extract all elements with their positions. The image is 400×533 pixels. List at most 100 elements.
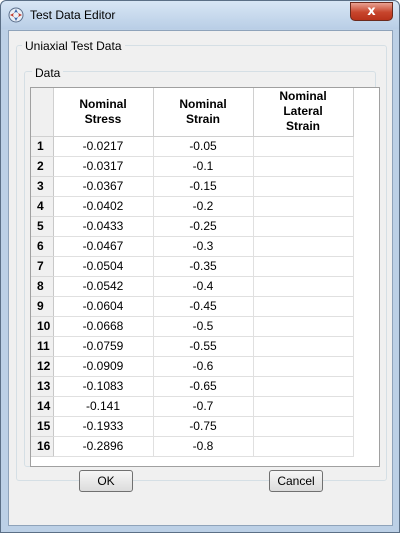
test-data-table-container[interactable]: Nominal Stress Nominal Strain Nominal La… xyxy=(30,87,380,467)
row-header-cell[interactable]: 16 xyxy=(31,436,54,457)
row-header-cell[interactable]: 9 xyxy=(31,296,54,317)
column-header-label: Nominal Lateral Strain xyxy=(279,89,327,134)
table-row: 3 -0.0367 -0.15 xyxy=(31,176,354,197)
column-header-label: Nominal Stress xyxy=(79,96,127,126)
row-header-cell[interactable]: 2 xyxy=(31,156,54,177)
table-row: 6 -0.0467 -0.3 xyxy=(31,236,354,257)
nominal-strain-cell[interactable]: -0.7 xyxy=(153,396,254,417)
nominal-strain-cell[interactable]: -0.75 xyxy=(153,416,254,437)
nominal-stress-cell[interactable]: -0.1933 xyxy=(53,416,154,437)
dialog-client-area: Uniaxial Test Data Data Nominal Stress N… xyxy=(8,30,393,526)
test-data-editor-window: Test Data Editor x Uniaxial Test Data Da… xyxy=(0,0,400,533)
nominal-strain-cell[interactable]: -0.2 xyxy=(153,196,254,217)
nominal-lateral-strain-cell[interactable] xyxy=(253,176,354,197)
table-row: 11 -0.0759 -0.55 xyxy=(31,336,354,357)
nominal-stress-cell[interactable]: -0.0542 xyxy=(53,276,154,297)
row-header-cell[interactable]: 14 xyxy=(31,396,54,417)
nominal-stress-cell[interactable]: -0.0467 xyxy=(53,236,154,257)
row-header-cell[interactable]: 3 xyxy=(31,176,54,197)
test-data-table: Nominal Stress Nominal Strain Nominal La… xyxy=(31,88,354,457)
title-bar[interactable]: Test Data Editor x xyxy=(1,1,399,29)
nominal-lateral-strain-cell[interactable] xyxy=(253,276,354,297)
column-header-nominal-strain[interactable]: Nominal Strain xyxy=(153,88,254,137)
table-row: 9 -0.0604 -0.45 xyxy=(31,296,354,317)
nominal-lateral-strain-cell[interactable] xyxy=(253,416,354,437)
row-header-cell[interactable]: 15 xyxy=(31,416,54,437)
nominal-strain-cell[interactable]: -0.45 xyxy=(153,296,254,317)
nominal-stress-cell[interactable]: -0.1083 xyxy=(53,376,154,397)
nominal-lateral-strain-cell[interactable] xyxy=(253,296,354,317)
nominal-lateral-strain-cell[interactable] xyxy=(253,396,354,417)
column-header-nominal-stress[interactable]: Nominal Stress xyxy=(53,88,154,137)
table-row: 12 -0.0909 -0.6 xyxy=(31,356,354,377)
nominal-lateral-strain-cell[interactable] xyxy=(253,316,354,337)
table-row: 14 -0.141 -0.7 xyxy=(31,396,354,417)
table-body: 1 -0.0217 -0.05 2 -0.0317 -0.1 3 -0.0367 -0.15 4-… xyxy=(31,136,354,457)
nominal-strain-cell[interactable]: -0.8 xyxy=(153,436,254,457)
nominal-stress-cell[interactable]: -0.0433 xyxy=(53,216,154,237)
window-title: Test Data Editor xyxy=(30,8,116,22)
row-header-cell[interactable]: 4 xyxy=(31,196,54,217)
row-header-cell[interactable]: 13 xyxy=(31,376,54,397)
nominal-strain-cell[interactable]: -0.3 xyxy=(153,236,254,257)
row-header-cell[interactable]: 12 xyxy=(31,356,54,377)
table-row: 10 -0.0668 -0.5 xyxy=(31,316,354,337)
close-icon: x xyxy=(367,4,376,19)
nominal-stress-cell[interactable]: -0.0217 xyxy=(53,136,154,157)
nominal-lateral-strain-cell[interactable] xyxy=(253,236,354,257)
uniaxial-test-data-label: Uniaxial Test Data xyxy=(22,39,125,53)
nominal-stress-cell[interactable]: -0.0402 xyxy=(53,196,154,217)
nominal-strain-cell[interactable]: -0.55 xyxy=(153,336,254,357)
nominal-strain-cell[interactable]: -0.1 xyxy=(153,156,254,177)
table-row: 4 -0.0402 -0.2 xyxy=(31,196,354,217)
close-button[interactable]: x xyxy=(350,2,393,21)
nominal-stress-cell[interactable]: -0.0759 xyxy=(53,336,154,357)
table-header-row: Nominal Stress Nominal Strain Nominal La… xyxy=(31,88,354,137)
table-row: 13 -0.1083 -0.65 xyxy=(31,376,354,397)
nominal-stress-cell[interactable]: -0.0909 xyxy=(53,356,154,377)
nominal-stress-cell[interactable]: -0.2896 xyxy=(53,436,154,457)
nominal-stress-cell[interactable]: -0.141 xyxy=(53,396,154,417)
row-header-cell[interactable]: 10 xyxy=(31,316,54,337)
nominal-strain-cell[interactable]: -0.25 xyxy=(153,216,254,237)
nominal-strain-cell[interactable]: -0.15 xyxy=(153,176,254,197)
nominal-stress-cell[interactable]: -0.0367 xyxy=(53,176,154,197)
nominal-stress-cell[interactable]: -0.0668 xyxy=(53,316,154,337)
table-row: 1 -0.0217 -0.05 xyxy=(31,136,354,157)
cancel-button[interactable]: Cancel xyxy=(269,470,323,492)
nominal-strain-cell[interactable]: -0.4 xyxy=(153,276,254,297)
table-row: 16 -0.2896 -0.8 xyxy=(31,436,354,457)
nominal-lateral-strain-cell[interactable] xyxy=(253,376,354,397)
nominal-lateral-strain-cell[interactable] xyxy=(253,216,354,237)
nominal-lateral-strain-cell[interactable] xyxy=(253,156,354,177)
table-row: 15 -0.1933 -0.75 xyxy=(31,416,354,437)
row-header-cell[interactable]: 5 xyxy=(31,216,54,237)
row-header-cell[interactable]: 11 xyxy=(31,336,54,357)
row-header-cell[interactable]: 7 xyxy=(31,256,54,277)
nominal-strain-cell[interactable]: -0.5 xyxy=(153,316,254,337)
nominal-lateral-strain-cell[interactable] xyxy=(253,136,354,157)
column-header-nominal-lateral-strain[interactable]: Nominal Lateral Strain xyxy=(253,88,354,137)
table-row: 8 -0.0542 -0.4 xyxy=(31,276,354,297)
table-corner-cell[interactable] xyxy=(31,88,54,137)
ok-button[interactable]: OK xyxy=(79,470,133,492)
nominal-stress-cell[interactable]: -0.0604 xyxy=(53,296,154,317)
nominal-lateral-strain-cell[interactable] xyxy=(253,336,354,357)
nominal-strain-cell[interactable]: -0.35 xyxy=(153,256,254,277)
nominal-lateral-strain-cell[interactable] xyxy=(253,356,354,377)
nominal-lateral-strain-cell[interactable] xyxy=(253,256,354,277)
nominal-stress-cell[interactable]: -0.0504 xyxy=(53,256,154,277)
nominal-lateral-strain-cell[interactable] xyxy=(253,196,354,217)
row-header-cell[interactable]: 1 xyxy=(31,136,54,157)
data-group-label: Data xyxy=(32,66,64,80)
abaqus-app-icon xyxy=(8,7,24,23)
row-header-cell[interactable]: 6 xyxy=(31,236,54,257)
nominal-strain-cell[interactable]: -0.05 xyxy=(153,136,254,157)
nominal-strain-cell[interactable]: -0.6 xyxy=(153,356,254,377)
nominal-lateral-strain-cell[interactable] xyxy=(253,436,354,457)
nominal-strain-cell[interactable]: -0.65 xyxy=(153,376,254,397)
column-header-label: Nominal Strain xyxy=(179,96,227,126)
nominal-stress-cell[interactable]: -0.0317 xyxy=(53,156,154,177)
row-header-cell[interactable]: 8 xyxy=(31,276,54,297)
table-row: 7 -0.0504 -0.35 xyxy=(31,256,354,277)
